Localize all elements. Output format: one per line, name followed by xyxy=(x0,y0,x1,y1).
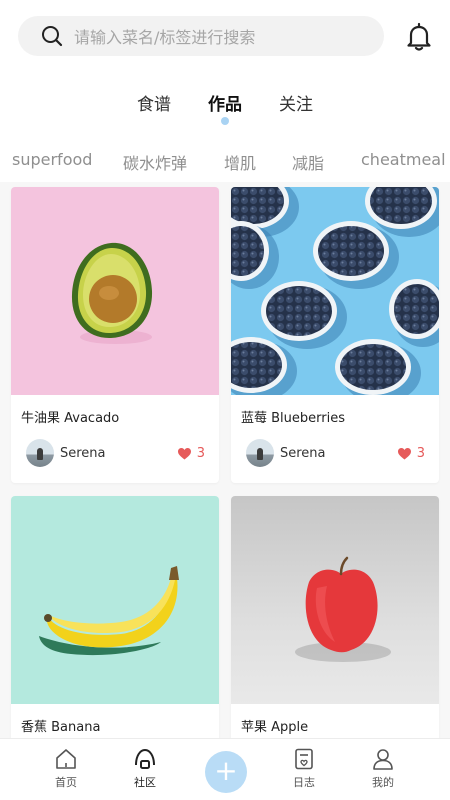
nav-label: 社区 xyxy=(134,776,156,789)
avatar xyxy=(246,439,274,467)
top-bar: 请输入菜名/标签进行搜索 食谱 作品 关注 xyxy=(0,0,450,140)
like-count: 3 xyxy=(416,446,425,461)
tab-following[interactable]: 关注 xyxy=(279,90,313,115)
tag-carb-bomb[interactable]: 碳水炸弹 xyxy=(123,150,187,174)
bell-icon[interactable] xyxy=(405,22,433,52)
post-card[interactable]: 牛油果 Avacado Serena 3 xyxy=(11,187,219,483)
search-bar[interactable]: 请输入菜名/标签进行搜索 xyxy=(18,16,384,56)
apple-image xyxy=(231,496,439,704)
post-title: 牛油果 Avacado xyxy=(21,411,120,426)
post-card[interactable]: 香蕉 Banana xyxy=(11,496,219,738)
tag-strip: superfood 碳水炸弹 增肌 减脂 cheatmeal xyxy=(0,140,450,182)
blueberries-image xyxy=(231,187,439,395)
banana-image xyxy=(11,496,219,704)
heart-icon xyxy=(397,447,411,459)
search-icon xyxy=(42,26,63,47)
journal-icon xyxy=(295,748,313,770)
works-feed: 牛油果 Avacado Serena 3 蓝莓 Blueberries Sere… xyxy=(0,182,450,738)
nav-item-profile[interactable]: 我的 xyxy=(353,747,413,797)
active-tab-indicator xyxy=(221,117,229,125)
heart-icon xyxy=(177,447,191,459)
nav-item-journal[interactable]: 日志 xyxy=(274,747,334,797)
author-name: Serena xyxy=(280,445,326,461)
community-icon xyxy=(135,748,155,769)
post-title: 蓝莓 Blueberries xyxy=(241,411,345,426)
tag-fat-loss[interactable]: 减脂 xyxy=(292,150,324,174)
post-author[interactable]: Serena xyxy=(246,439,326,467)
nav-label: 日志 xyxy=(293,776,315,789)
avatar xyxy=(26,439,54,467)
like-count: 3 xyxy=(196,446,205,461)
post-author[interactable]: Serena xyxy=(26,439,106,467)
bottom-nav: 首页 社区 + 日志 我的 xyxy=(0,738,450,800)
add-icon: + xyxy=(214,754,238,787)
author-name: Serena xyxy=(60,445,106,461)
main-tabs: 食谱 作品 关注 xyxy=(0,88,450,128)
profile-icon xyxy=(373,749,393,770)
nav-label: 我的 xyxy=(372,776,394,789)
tag-superfood[interactable]: superfood xyxy=(12,150,92,169)
avocado-image xyxy=(11,187,219,395)
post-card[interactable]: 蓝莓 Blueberries Serena 3 xyxy=(231,187,439,483)
tab-works[interactable]: 作品 xyxy=(208,90,242,115)
post-card[interactable]: 苹果 Apple xyxy=(231,496,439,738)
like-button[interactable]: 3 xyxy=(177,446,205,461)
add-button[interactable]: + xyxy=(205,751,247,793)
post-title: 香蕉 Banana xyxy=(21,720,101,735)
home-icon xyxy=(56,749,76,769)
post-title: 苹果 Apple xyxy=(241,720,309,735)
search-placeholder: 请输入菜名/标签进行搜索 xyxy=(74,28,256,47)
like-button[interactable]: 3 xyxy=(397,446,425,461)
nav-item-community[interactable]: 社区 xyxy=(115,747,175,797)
tag-cheatmeal[interactable]: cheatmeal xyxy=(361,150,446,169)
tag-muscle-gain[interactable]: 增肌 xyxy=(224,150,256,174)
tab-recipes[interactable]: 食谱 xyxy=(137,90,171,115)
nav-item-home[interactable]: 首页 xyxy=(36,747,96,797)
nav-label: 首页 xyxy=(55,776,77,789)
